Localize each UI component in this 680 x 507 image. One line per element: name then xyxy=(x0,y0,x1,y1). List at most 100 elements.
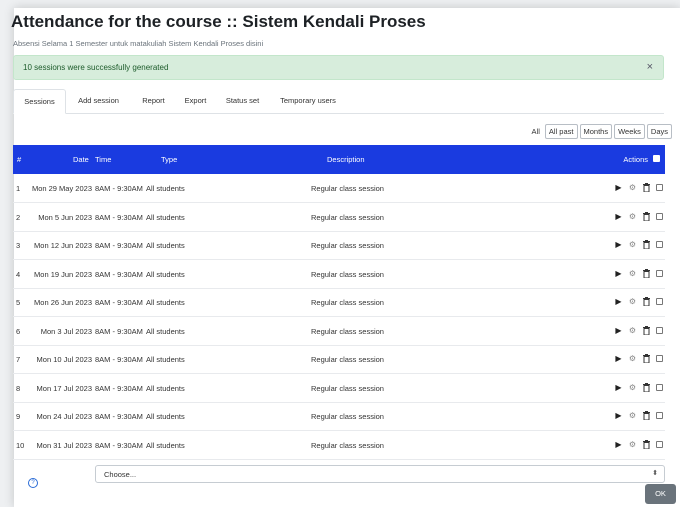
row-checkbox[interactable] xyxy=(656,355,663,362)
table-row: 7 Mon 10 Jul 2023 8AM - 9:30AM All students… xyxy=(13,345,665,374)
ok-button[interactable]: OK xyxy=(645,484,676,504)
row-number: 5 xyxy=(16,298,21,307)
gear-icon[interactable]: ⚙ xyxy=(628,411,637,420)
play-icon[interactable]: ▶ xyxy=(614,354,623,363)
row-actions: ▶ ⚙ xyxy=(614,325,663,335)
trash-icon[interactable] xyxy=(642,382,651,392)
table-row: 6 Mon 3 Jul 2023 8AM - 9:30AM All students R… xyxy=(13,317,665,346)
tab-export[interactable]: Export xyxy=(179,89,212,113)
row-actions: ▶ ⚙ xyxy=(614,297,663,307)
row-number: 3 xyxy=(16,241,21,250)
trash-icon[interactable] xyxy=(642,325,651,335)
row-date: Mon 3 Jul 2023 xyxy=(40,326,92,336)
row-time: 8AM - 9:30AM xyxy=(95,412,143,421)
row-description: Regular class session xyxy=(311,212,384,222)
row-type: All students xyxy=(146,326,185,336)
play-icon[interactable]: ▶ xyxy=(614,269,623,278)
play-icon[interactable]: ▶ xyxy=(614,326,623,335)
row-date: Mon 17 Jul 2023 xyxy=(36,383,92,393)
header-type[interactable]: Type xyxy=(161,155,177,164)
gear-icon[interactable]: ⚙ xyxy=(628,297,637,306)
row-checkbox[interactable] xyxy=(656,241,663,248)
header-number: # xyxy=(17,155,22,164)
filter-days[interactable]: Days xyxy=(646,124,672,139)
row-checkbox[interactable] xyxy=(656,440,663,448)
filter-months[interactable]: Months xyxy=(579,124,613,139)
table-row: 5 Mon 26 Jun 2023 8AM - 9:30AM All students… xyxy=(13,288,665,317)
tab-status-set[interactable]: Status set xyxy=(220,89,265,113)
row-type: All students xyxy=(146,298,185,307)
header-actions: Actions xyxy=(623,155,648,164)
page-subtitle: Absensi Selama 1 Semester untuk matakuli… xyxy=(13,39,264,48)
row-date: Mon 19 Jun 2023 xyxy=(34,269,92,279)
trash-icon[interactable] xyxy=(642,211,651,221)
row-date: Mon 31 Jul 2023 xyxy=(36,440,92,450)
gear-icon[interactable]: ⚙ xyxy=(628,440,637,449)
trash-icon[interactable] xyxy=(642,297,651,307)
select-all-checkbox[interactable] xyxy=(653,155,660,162)
play-icon[interactable]: ▶ xyxy=(614,411,623,420)
play-icon[interactable]: ▶ xyxy=(614,297,623,306)
play-icon[interactable]: ▶ xyxy=(614,440,623,449)
tab-add-session[interactable]: Add session xyxy=(70,89,127,113)
row-date: Mon 29 May 2023 xyxy=(31,184,92,193)
gear-icon[interactable]: ⚙ xyxy=(628,240,637,249)
row-checkbox[interactable] xyxy=(656,383,663,391)
tab-temporary-users[interactable]: Temporary users xyxy=(274,89,342,113)
row-time: 8AM - 9:30AM xyxy=(95,241,143,250)
row-number: 7 xyxy=(16,355,21,364)
play-icon[interactable]: ▶ xyxy=(614,212,623,221)
header-date[interactable]: Date xyxy=(73,155,89,164)
play-icon[interactable]: ▶ xyxy=(614,240,623,249)
row-checkbox[interactable] xyxy=(656,326,663,334)
row-checkbox[interactable] xyxy=(656,212,663,220)
gear-icon[interactable]: ⚙ xyxy=(628,269,637,278)
table-row: 9 Mon 24 Jul 2023 8AM - 9:30AM All students… xyxy=(13,402,665,431)
row-type: All students xyxy=(146,440,185,450)
trash-icon[interactable] xyxy=(642,268,651,278)
gear-icon[interactable]: ⚙ xyxy=(628,354,637,363)
tab-report[interactable]: Report xyxy=(136,89,171,113)
trash-icon[interactable] xyxy=(642,411,651,421)
filter-all-past[interactable]: All past xyxy=(544,124,578,139)
trash-icon[interactable] xyxy=(642,183,651,193)
row-actions: ▶ ⚙ xyxy=(614,439,663,449)
row-type: All students xyxy=(146,383,185,393)
row-checkbox[interactable] xyxy=(656,184,663,191)
row-checkbox[interactable] xyxy=(656,412,663,419)
bulk-action-select[interactable]: Choose... ⬍ xyxy=(95,465,665,483)
play-icon[interactable]: ▶ xyxy=(614,183,623,192)
trash-icon[interactable] xyxy=(642,354,651,364)
row-description: Regular class session xyxy=(311,355,384,364)
filter-weeks[interactable]: Weeks xyxy=(614,124,645,139)
row-checkbox[interactable] xyxy=(656,269,663,277)
table-row: 3 Mon 12 Jun 2023 8AM - 9:30AM All students… xyxy=(13,231,665,260)
gear-icon[interactable]: ⚙ xyxy=(628,183,637,192)
row-time: 8AM - 9:30AM xyxy=(95,355,143,364)
trash-icon[interactable] xyxy=(642,240,651,250)
select-value: Choose... xyxy=(104,470,137,479)
row-date: Mon 5 Jun 2023 xyxy=(38,212,92,222)
row-description: Regular class session xyxy=(311,269,384,279)
help-icon[interactable]: ? xyxy=(28,478,38,488)
filter-all[interactable]: All xyxy=(529,127,543,136)
table-row: 4 Mon 19 Jun 2023 8AM - 9:30AM All students… xyxy=(13,260,665,289)
row-actions: ▶ ⚙ xyxy=(614,183,663,193)
gear-icon[interactable]: ⚙ xyxy=(628,326,637,335)
play-icon[interactable]: ▶ xyxy=(614,383,623,392)
row-type: All students xyxy=(146,355,185,364)
row-date: Mon 10 Jul 2023 xyxy=(36,355,92,364)
trash-icon[interactable] xyxy=(642,439,651,449)
row-description: Regular class session xyxy=(311,383,384,393)
row-checkbox[interactable] xyxy=(656,298,663,305)
row-number: 6 xyxy=(16,326,21,336)
header-time[interactable]: Time xyxy=(95,155,111,164)
row-description: Regular class session xyxy=(311,412,384,421)
tab-sessions[interactable]: Sessions xyxy=(13,89,66,114)
row-description: Regular class session xyxy=(311,440,384,450)
gear-icon[interactable]: ⚙ xyxy=(628,212,637,221)
row-type: All students xyxy=(146,184,185,193)
row-actions: ▶ ⚙ xyxy=(614,268,663,278)
close-icon[interactable]: × xyxy=(647,61,653,73)
gear-icon[interactable]: ⚙ xyxy=(628,383,637,392)
